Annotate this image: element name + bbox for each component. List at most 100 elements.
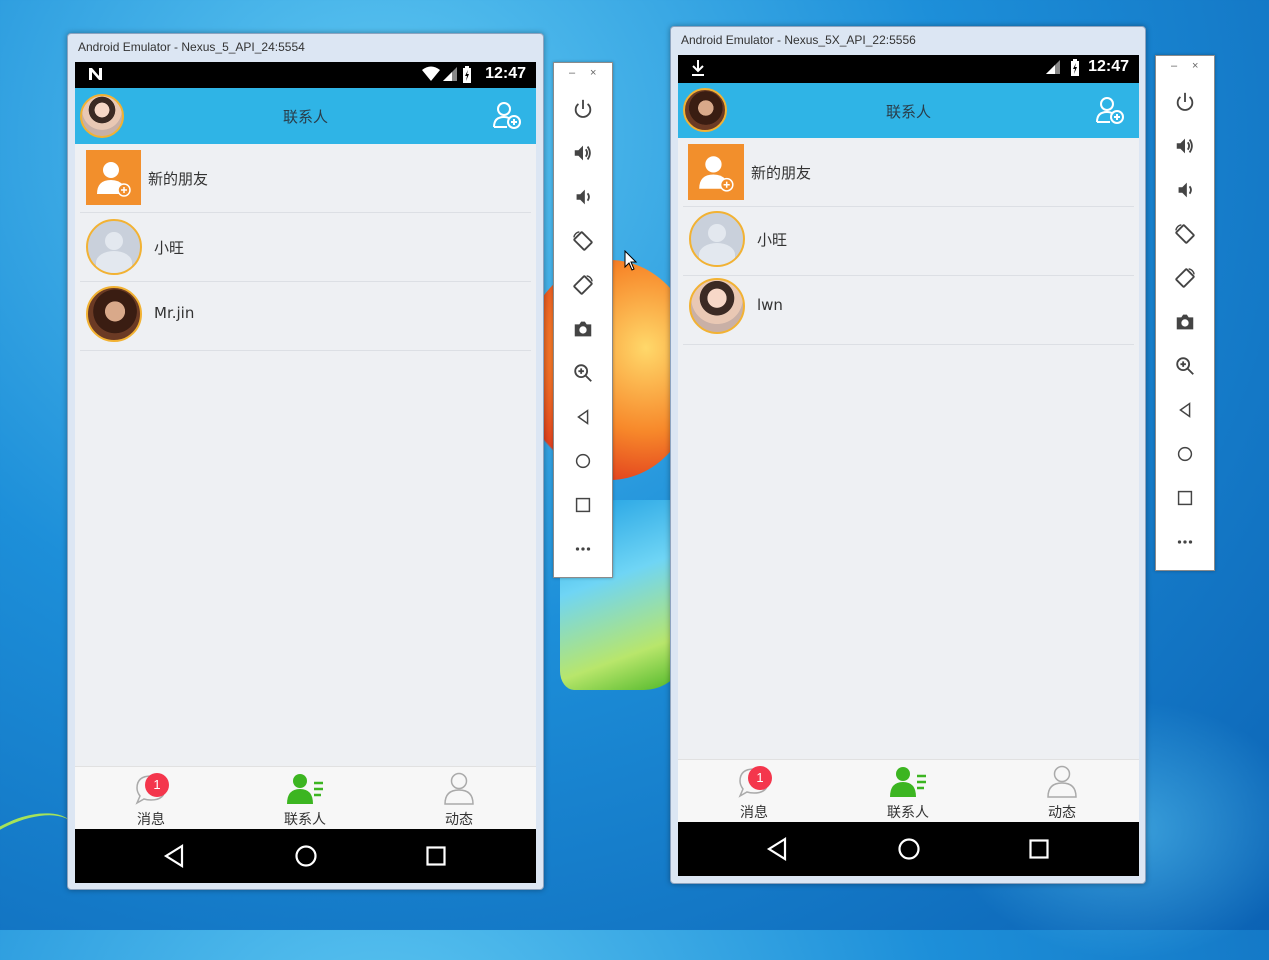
rotate-right-icon[interactable] — [1156, 263, 1214, 293]
tab-label: 动态 — [445, 812, 473, 828]
nav-home-icon[interactable] — [294, 844, 318, 872]
status-time: 12:47 — [485, 65, 526, 82]
app-header: 联系人 — [75, 88, 536, 144]
tab-messages[interactable]: 1 消息 — [694, 760, 814, 823]
volume-up-icon[interactable] — [554, 138, 612, 168]
new-friend-icon — [86, 150, 141, 205]
list-item-contact[interactable]: Mr.jin — [80, 282, 531, 351]
list-item-contact[interactable]: lwn — [683, 276, 1134, 345]
home-icon[interactable] — [554, 446, 612, 476]
emulator-toolbar-2: – × — [1155, 55, 1215, 571]
more-icon[interactable] — [554, 534, 612, 564]
android-nav-bar — [75, 829, 536, 883]
nav-home-icon[interactable] — [897, 837, 921, 865]
status-time: 12:47 — [1088, 58, 1129, 75]
contact-list: 新的朋友 小旺 lwn — [683, 138, 1134, 758]
unread-badge: 1 — [145, 773, 169, 797]
bottom-tab-bar: 1 消息 联系人 动态 — [75, 766, 536, 829]
signal-icon — [442, 66, 458, 86]
rotate-left-icon[interactable] — [554, 226, 612, 256]
more-icon[interactable] — [1156, 527, 1214, 557]
rotate-right-icon[interactable] — [554, 270, 612, 300]
zoom-icon[interactable] — [554, 358, 612, 388]
nav-overview-icon[interactable] — [1028, 838, 1050, 864]
overview-icon[interactable] — [554, 490, 612, 520]
tab-messages[interactable]: 1 消息 — [91, 767, 211, 829]
status-bar: 12:47 — [75, 62, 536, 88]
person-outline-icon — [443, 771, 475, 809]
add-contact-icon[interactable] — [1095, 95, 1125, 129]
contact-name: 小旺 — [757, 231, 788, 249]
contact-name: lwn — [757, 296, 783, 314]
list-item-contact[interactable]: 小旺 — [80, 213, 531, 282]
contact-avatar — [86, 286, 142, 342]
volume-up-icon[interactable] — [1156, 131, 1214, 161]
page-title: 联系人 — [282, 108, 328, 126]
toolbar-minimize-button[interactable]: – — [1171, 60, 1177, 72]
contacts-icon — [888, 764, 928, 802]
add-contact-icon[interactable] — [492, 100, 522, 134]
download-icon — [690, 59, 706, 81]
toolbar-close-button[interactable]: × — [590, 67, 596, 79]
battery-icon — [1070, 59, 1080, 81]
device-screen[interactable]: 12:47 联系人 新的朋友 小旺 Mr.jin 1 消息 联系人 动态 — [75, 62, 536, 883]
zoom-icon[interactable] — [1156, 351, 1214, 381]
overview-icon[interactable] — [1156, 483, 1214, 513]
list-item-contact[interactable]: 小旺 — [683, 207, 1134, 276]
list-item-new-friends[interactable]: 新的朋友 — [80, 144, 531, 213]
contact-list: 新的朋友 小旺 Mr.jin — [80, 144, 531, 764]
tab-label: 消息 — [137, 812, 165, 828]
android-nav-bar — [678, 822, 1139, 876]
tab-contacts[interactable]: 联系人 — [245, 767, 365, 829]
battery-icon — [462, 66, 472, 88]
contact-avatar — [689, 278, 745, 334]
tab-label: 消息 — [740, 805, 768, 821]
tab-label: 联系人 — [887, 805, 929, 821]
emulator-toolbar-1: – × — [553, 62, 613, 578]
mouse-cursor-icon — [624, 249, 638, 276]
nav-back-icon[interactable] — [163, 844, 185, 872]
tab-label: 联系人 — [284, 812, 326, 828]
power-icon[interactable] — [1156, 87, 1214, 117]
contacts-icon — [285, 771, 325, 809]
tab-contacts[interactable]: 联系人 — [848, 760, 968, 823]
toolbar-close-button[interactable]: × — [1192, 60, 1198, 72]
device-screen[interactable]: 12:47 联系人 新的朋友 小旺 lwn 1 消息 联系人 动态 — [678, 55, 1139, 876]
signal-icon — [1045, 59, 1061, 79]
power-icon[interactable] — [554, 94, 612, 124]
nav-overview-icon[interactable] — [425, 845, 447, 871]
wifi-icon — [421, 66, 441, 86]
volume-down-icon[interactable] — [1156, 175, 1214, 205]
person-outline-icon — [1046, 764, 1078, 802]
app-header: 联系人 — [678, 83, 1139, 138]
contact-name: 新的朋友 — [148, 170, 209, 188]
emulator-window-1: Android Emulator - Nexus_5_API_24:5554 1… — [67, 33, 544, 890]
home-icon[interactable] — [1156, 439, 1214, 469]
toolbar-minimize-button[interactable]: – — [569, 67, 575, 79]
nav-back-icon[interactable] — [766, 837, 788, 865]
volume-down-icon[interactable] — [554, 182, 612, 212]
camera-icon[interactable] — [554, 314, 612, 344]
n-notification-icon — [87, 66, 105, 86]
contact-name: 小旺 — [154, 239, 185, 257]
emulator-title: Android Emulator - Nexus_5X_API_22:5556 — [681, 33, 916, 47]
tab-moments[interactable]: 动态 — [1002, 760, 1122, 823]
back-icon[interactable] — [554, 402, 612, 432]
emulator-title: Android Emulator - Nexus_5_API_24:5554 — [78, 40, 305, 54]
bottom-tab-bar: 1 消息 联系人 动态 — [678, 759, 1139, 823]
default-avatar — [689, 211, 745, 267]
list-item-new-friends[interactable]: 新的朋友 — [683, 138, 1134, 207]
rotate-left-icon[interactable] — [1156, 219, 1214, 249]
back-icon[interactable] — [1156, 395, 1214, 425]
contact-name: Mr.jin — [154, 304, 195, 322]
unread-badge: 1 — [748, 766, 772, 790]
new-friend-icon — [688, 144, 744, 200]
camera-icon[interactable] — [1156, 307, 1214, 337]
contact-name: 新的朋友 — [751, 164, 812, 182]
default-avatar — [86, 219, 142, 275]
emulator-window-2: Android Emulator - Nexus_5X_API_22:5556 … — [670, 26, 1146, 884]
tab-label: 动态 — [1048, 805, 1076, 821]
status-bar: 12:47 — [678, 55, 1139, 83]
tab-moments[interactable]: 动态 — [399, 767, 519, 829]
page-title: 联系人 — [885, 103, 931, 121]
